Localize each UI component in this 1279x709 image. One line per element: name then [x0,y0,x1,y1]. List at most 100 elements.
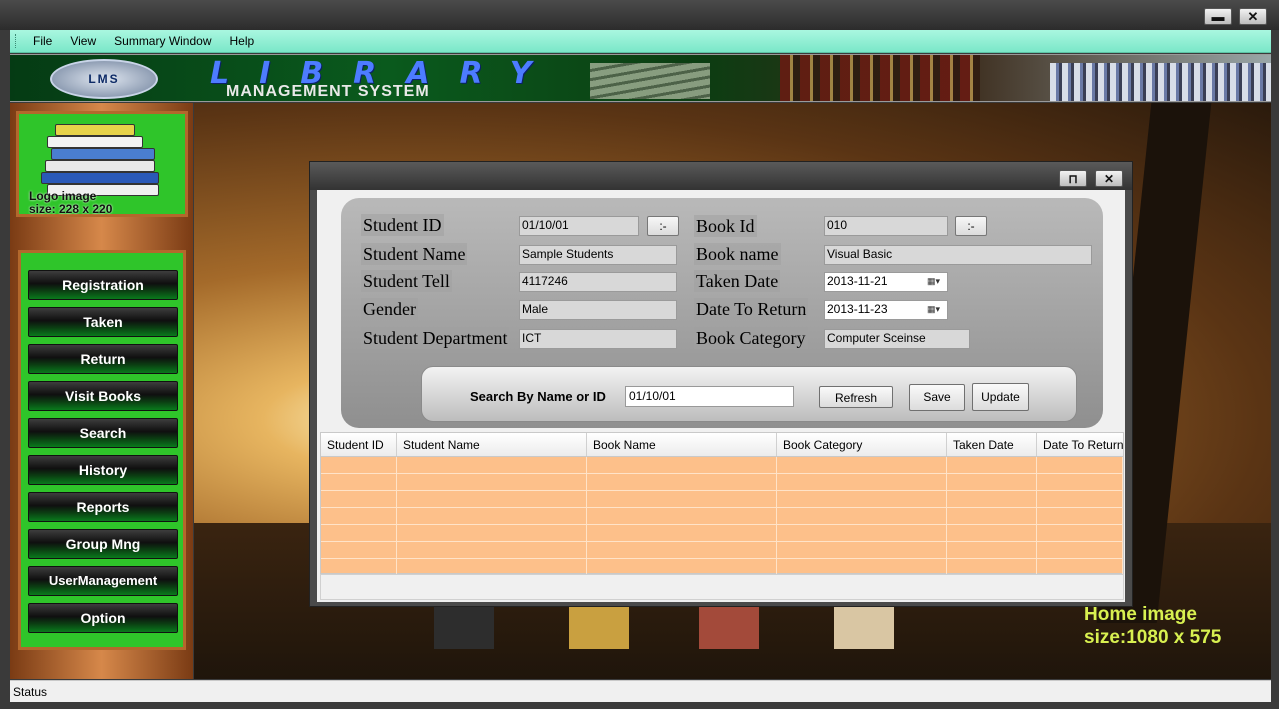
return-date-picker[interactable]: 2013-11-23 ▦▾ [824,300,948,320]
table-cell[interactable] [1037,474,1123,490]
grid-rows [321,457,1123,576]
update-button[interactable]: Update [972,383,1029,411]
table-cell[interactable] [321,559,397,575]
table-cell[interactable] [321,508,397,524]
book-id-field[interactable]: 010 [824,216,948,236]
table-cell[interactable] [1037,491,1123,507]
table-cell[interactable] [947,508,1037,524]
table-cell[interactable] [321,474,397,490]
table-cell[interactable] [777,491,947,507]
table-cell[interactable] [587,457,777,473]
table-cell[interactable] [587,508,777,524]
table-cell[interactable] [777,542,947,558]
table-cell[interactable] [777,525,947,541]
gender-label: Gender [361,298,418,320]
table-cell[interactable] [587,491,777,507]
table-cell[interactable] [587,474,777,490]
nav-option-button[interactable]: Option [28,603,178,633]
dialog-close-button[interactable]: ✕ [1095,170,1123,187]
table-cell[interactable] [1037,457,1123,473]
save-button[interactable]: Save [909,384,965,411]
search-input[interactable]: 01/10/01 [625,386,794,407]
table-cell[interactable] [397,508,587,524]
table-row[interactable] [321,525,1123,542]
table-cell[interactable] [321,491,397,507]
table-cell[interactable] [321,457,397,473]
table-cell[interactable] [1037,559,1123,575]
book-name-field[interactable]: Visual Basic [824,245,1092,265]
table-cell[interactable] [947,542,1037,558]
table-row[interactable] [321,542,1123,559]
menu-bar: File View Summary Window Help [10,30,1271,53]
nav-registration-button[interactable]: Registration [28,270,178,300]
refresh-button[interactable]: Refresh [819,386,893,408]
nav-group-mng-button[interactable]: Group Mng [28,529,178,559]
gender-field[interactable]: Male [519,300,677,320]
table-cell[interactable] [397,525,587,541]
table-cell[interactable] [947,559,1037,575]
student-name-field[interactable]: Sample Students [519,245,677,265]
nav-visit-books-button[interactable]: Visit Books [28,381,178,411]
col-taken-date[interactable]: Taken Date [947,433,1037,456]
table-cell[interactable] [947,474,1037,490]
table-cell[interactable] [1037,508,1123,524]
table-row[interactable] [321,474,1123,491]
table-cell[interactable] [397,457,587,473]
menu-summary-window[interactable]: Summary Window [105,34,220,48]
minimize-button[interactable]: ▬ [1204,8,1232,25]
taken-date-label: Taken Date [694,270,781,292]
taken-date-picker[interactable]: 2013-11-21 ▦▾ [824,272,948,292]
nav-search-button[interactable]: Search [28,418,178,448]
table-cell[interactable] [587,559,777,575]
col-student-id[interactable]: Student ID [321,433,397,456]
table-cell[interactable] [1037,525,1123,541]
student-name-label: Student Name [361,243,468,265]
table-cell[interactable] [777,457,947,473]
table-cell[interactable] [587,542,777,558]
nav-return-button[interactable]: Return [28,344,178,374]
table-cell[interactable] [397,474,587,490]
col-student-name[interactable]: Student Name [397,433,587,456]
col-book-name[interactable]: Book Name [587,433,777,456]
nav-reports-button[interactable]: Reports [28,492,178,522]
calendar-dropdown-icon[interactable]: ▦▾ [927,304,945,316]
calendar-dropdown-icon[interactable]: ▦▾ [927,276,945,288]
col-book-category[interactable]: Book Category [777,433,947,456]
table-cell[interactable] [321,525,397,541]
table-cell[interactable] [397,491,587,507]
records-grid[interactable]: Student ID Student Name Book Name Book C… [320,432,1124,576]
borrow-dialog: ⊓ ✕ Student ID 01/10/01 :- Student Name … [309,161,1133,607]
col-date-to-return[interactable]: Date To Return [1037,433,1123,456]
table-cell[interactable] [777,508,947,524]
table-cell[interactable] [777,559,947,575]
table-cell[interactable] [947,457,1037,473]
table-row[interactable] [321,491,1123,508]
department-field[interactable]: ICT [519,329,677,349]
book-id-lookup-button[interactable]: :- [955,216,987,236]
menu-file[interactable]: File [24,34,61,48]
table-cell[interactable] [947,525,1037,541]
table-cell[interactable] [1037,542,1123,558]
table-row[interactable] [321,508,1123,525]
table-cell[interactable] [397,559,587,575]
table-cell[interactable] [321,542,397,558]
close-button[interactable]: ✕ [1239,8,1267,25]
student-id-lookup-button[interactable]: :- [647,216,679,236]
nav-user-management-button[interactable]: UserManagement [28,566,178,596]
logo-caption: Logo image size: 228 x 220 [29,190,112,216]
table-row[interactable] [321,457,1123,474]
table-cell[interactable] [397,542,587,558]
table-cell[interactable] [777,474,947,490]
table-cell[interactable] [947,491,1037,507]
table-cell[interactable] [587,525,777,541]
student-id-field[interactable]: 01/10/01 [519,216,639,236]
book-category-field[interactable]: Computer Sceinse [824,329,970,349]
nav-taken-button[interactable]: Taken [28,307,178,337]
menu-help[interactable]: Help [221,34,264,48]
nav-history-button[interactable]: History [28,455,178,485]
grid-footer [320,574,1124,600]
pin-button[interactable]: ⊓ [1059,170,1087,187]
menu-view[interactable]: View [61,34,105,48]
nav-menu: Registration Taken Return Visit Books Se… [18,250,186,650]
student-tell-field[interactable]: 4117246 [519,272,677,292]
